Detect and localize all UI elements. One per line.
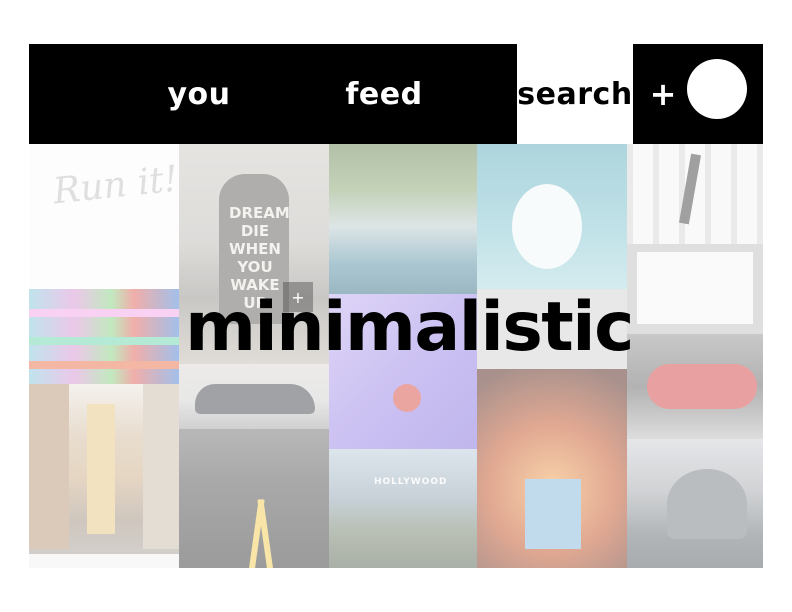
image-tile-forest-water[interactable] (329, 144, 477, 294)
image-tile-fire-tunnel[interactable] (477, 369, 627, 568)
nav-tab-search[interactable]: search (517, 44, 633, 144)
ball-shape (393, 384, 421, 412)
image-tile-red-car[interactable] (627, 334, 763, 439)
image-tile-hollywood[interactable]: HOLLYWOOD (329, 449, 477, 568)
glitch-stripe (29, 337, 179, 345)
building-shape (29, 384, 69, 549)
image-tile-half-dome[interactable] (627, 439, 763, 568)
glitch-stripe (29, 361, 179, 369)
avatar[interactable] (687, 59, 747, 119)
nav-tab-feed[interactable]: feed (344, 44, 424, 144)
app-window: you feed search + Run it! DREAM DIE WHEN… (29, 44, 763, 568)
document-page (637, 252, 753, 324)
tunnel-shape (525, 479, 581, 549)
image-tile-street[interactable] (29, 384, 179, 554)
rock-shape (667, 469, 747, 539)
image-tile-underwater[interactable] (477, 144, 627, 289)
nav-tab-you[interactable]: you (159, 44, 239, 144)
red-car-shape (647, 364, 757, 409)
image-tile-run-it[interactable]: Run it! (29, 144, 179, 289)
building-shape (143, 384, 179, 549)
image-tile-glitch[interactable] (29, 289, 179, 384)
car-shape (195, 384, 315, 414)
search-query-headline: minimalistic (185, 288, 634, 367)
image-tile-dancer[interactable] (627, 144, 763, 244)
hollywood-sign: HOLLYWOOD (374, 477, 448, 487)
road-line (257, 499, 279, 568)
image-tile-partial[interactable] (29, 554, 179, 568)
image-tile-document[interactable] (627, 244, 763, 334)
image-tile-tesla[interactable] (179, 364, 329, 429)
bubble-cloud (512, 184, 582, 269)
run-it-handwriting: Run it! (51, 158, 179, 213)
add-plus-icon[interactable]: + (649, 44, 677, 144)
building-shape (87, 404, 115, 534)
image-tile-road[interactable] (179, 429, 329, 568)
top-navigation-bar: you feed search + (29, 44, 763, 144)
glitch-stripe (29, 309, 179, 317)
